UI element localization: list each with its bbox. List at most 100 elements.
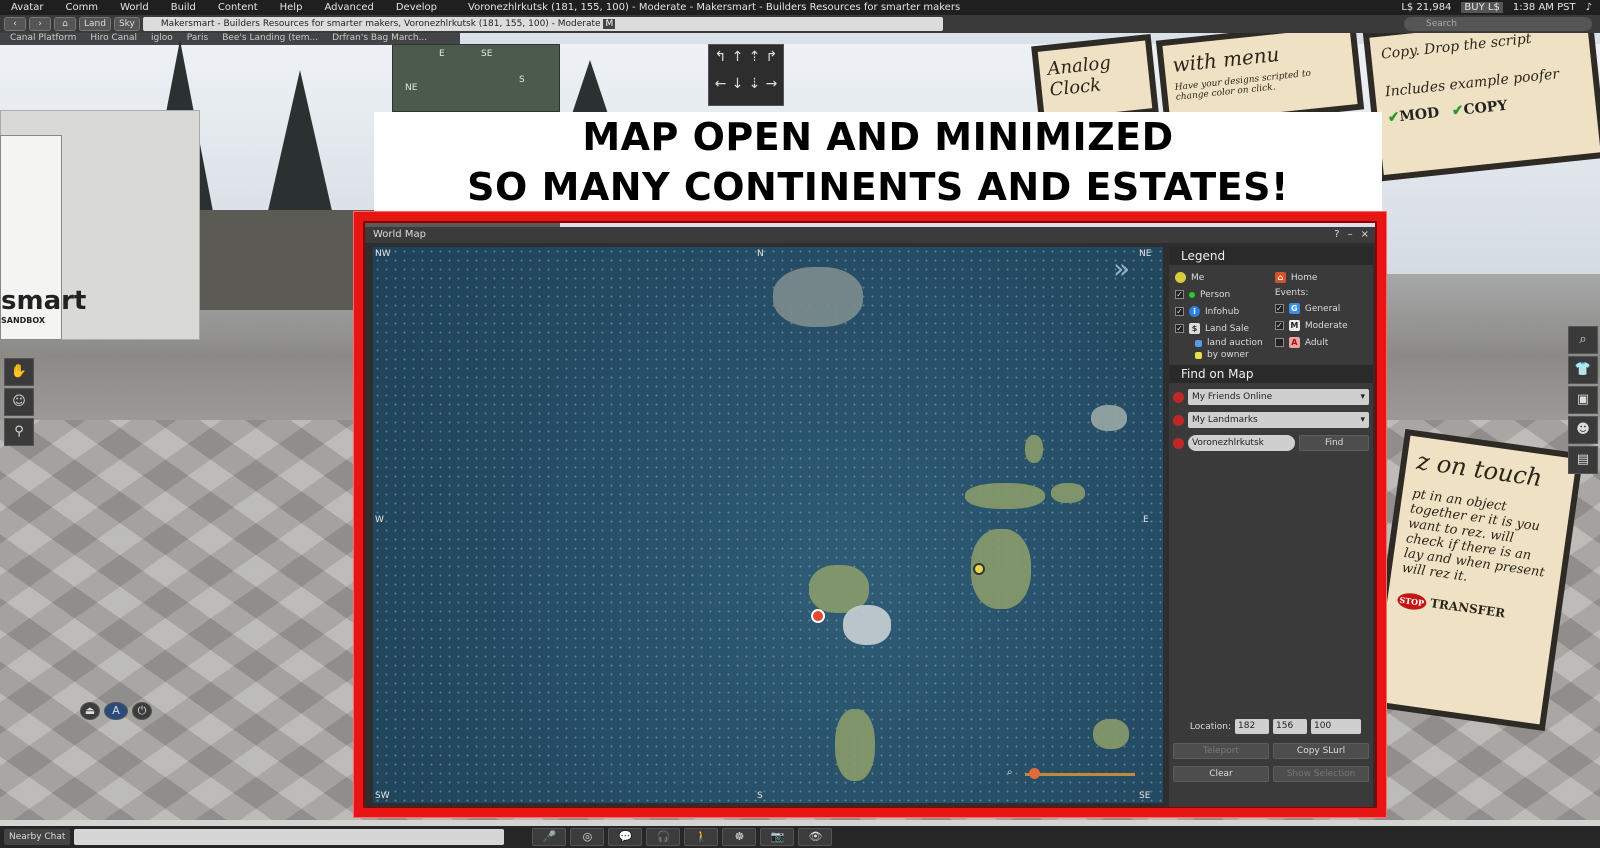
scene-sign: smart SANDBOX — [0, 135, 86, 340]
favorite-item[interactable]: Hiro Canal — [90, 33, 137, 45]
menu-world[interactable]: World — [109, 2, 160, 13]
landmarks-select[interactable]: My Landmarks ▾ — [1187, 412, 1369, 428]
appearance-icon[interactable]: 👕 — [1568, 356, 1598, 384]
inventory-icon[interactable]: ▣ — [1568, 386, 1598, 414]
home-icon: ⌂ — [62, 19, 68, 29]
menu-avatar[interactable]: Avatar — [0, 2, 54, 13]
general-checkbox[interactable]: ✓ — [1274, 304, 1284, 313]
help-icon[interactable]: ? — [1334, 227, 1339, 243]
menu-build[interactable]: Build — [160, 2, 207, 13]
right-toolbar: ⌕ 👕 ▣ ☻ ▤ — [1568, 326, 1598, 474]
walk-icon[interactable]: 🚶 — [684, 828, 719, 846]
legend-by-owner: by owner — [1207, 350, 1249, 360]
region-search-input[interactable]: Voronezhlrkutsk — [1187, 435, 1296, 451]
forward-icon[interactable]: ↑ — [730, 49, 745, 74]
show-selection-button[interactable]: Show Selection — [1273, 766, 1369, 782]
power-icon[interactable]: ⏻ — [132, 702, 152, 720]
land-sale-checkbox[interactable]: ✓ — [1175, 324, 1184, 333]
copy-slurl-button[interactable]: Copy SLurl — [1273, 743, 1369, 759]
gestures-icon[interactable]: ☸ — [722, 828, 757, 846]
headset-icon[interactable]: 🎧 — [646, 828, 681, 846]
mini-map[interactable]: E SE NE S — [392, 44, 560, 112]
menu-comm[interactable]: Comm — [54, 2, 109, 13]
snapshot-icon[interactable]: 📷 — [760, 828, 795, 846]
friends-online-select[interactable]: My Friends Online ▾ — [1187, 389, 1369, 405]
land-button[interactable]: Land — [79, 17, 111, 31]
turn-right-icon[interactable]: ↱ — [764, 49, 779, 74]
search-input[interactable]: Search — [1404, 17, 1592, 31]
forward-button[interactable]: › — [29, 17, 51, 31]
find-button[interactable]: Find — [1299, 435, 1369, 451]
stop-icon: STOP — [1396, 591, 1428, 612]
down-icon[interactable]: ⇣ — [747, 76, 762, 101]
map-continent — [1025, 435, 1043, 463]
buy-linden-button[interactable]: BUY L$ — [1461, 2, 1503, 13]
home-button[interactable]: ⌂ — [54, 17, 76, 31]
people-panel-icon[interactable]: ☻ — [1568, 416, 1598, 444]
places-icon[interactable]: ⚲ — [4, 418, 34, 446]
location-y-input[interactable]: 156 — [1273, 719, 1307, 734]
world-map-titlebar[interactable]: World Map ? – × — [365, 227, 1375, 243]
caption-line: SO MANY CONTINENTS AND ESTATES! — [467, 165, 1289, 209]
home-marker-icon[interactable] — [811, 609, 825, 623]
legend-events: Events: — [1274, 288, 1309, 298]
search-icon[interactable]: ⌕ — [1568, 326, 1598, 354]
volume-icon[interactable]: ♪ — [1586, 2, 1592, 13]
view-icon[interactable]: 👁 — [798, 828, 833, 846]
map-continent — [1051, 483, 1085, 503]
clear-button[interactable]: Clear — [1173, 766, 1269, 782]
turn-left-icon[interactable]: ↰ — [713, 49, 728, 74]
infohub-checkbox[interactable]: ✓ — [1175, 307, 1184, 316]
location-input[interactable]: Makersmart - Builders Resources for smar… — [142, 17, 943, 31]
board-label: z on touch — [1415, 446, 1545, 493]
eject-icon[interactable]: ⏏ — [80, 702, 100, 720]
conversations-icon[interactable]: 💬 — [608, 828, 643, 846]
menu-help[interactable]: Help — [269, 2, 314, 13]
gestures-icon[interactable]: ✋ — [4, 358, 34, 386]
map-continent — [773, 267, 863, 327]
moderate-checkbox[interactable]: ✓ — [1274, 321, 1284, 330]
radar-icon[interactable]: ◎ — [570, 828, 605, 846]
person-checkbox[interactable]: ✓ — [1175, 290, 1184, 299]
board-label: Analog Clock — [1046, 52, 1112, 101]
minimap-dir: E — [439, 49, 445, 59]
menu-develop[interactable]: Develop — [385, 2, 448, 13]
location-x-input[interactable]: 182 — [1235, 719, 1269, 734]
zoom-slider-handle[interactable] — [1029, 768, 1040, 779]
nearby-chat-button[interactable]: Nearby Chat — [4, 829, 71, 845]
menu-advanced[interactable]: Advanced — [313, 2, 384, 13]
avatar-a-icon[interactable]: A — [104, 702, 128, 720]
me-marker-icon[interactable] — [973, 563, 985, 575]
region-track-icon — [1173, 437, 1184, 449]
bottom-toolbar: Nearby Chat 🎤 ◎ 💬 🎧 🚶 ☸ 📷 👁 — [0, 826, 1600, 848]
up-icon[interactable]: ⇡ — [747, 49, 762, 74]
teleport-button[interactable]: Teleport — [1173, 743, 1269, 759]
sky-button[interactable]: Sky — [113, 17, 140, 31]
me-icon — [1175, 272, 1186, 283]
compass-s: S — [757, 791, 763, 801]
expand-panel-icon[interactable]: » — [1113, 255, 1130, 283]
favorite-item[interactable]: Bee's Landing (tem... — [222, 33, 318, 45]
chat-input[interactable] — [74, 829, 505, 845]
minimize-icon[interactable]: – — [1348, 227, 1353, 243]
favorite-item[interactable]: igloo — [151, 33, 173, 45]
zoom-slider[interactable] — [1025, 773, 1135, 776]
back-button[interactable]: ‹ — [4, 17, 26, 31]
left-icon[interactable]: ← — [713, 76, 728, 101]
people-icon[interactable]: ☺ — [4, 388, 34, 416]
maturity-badge: M — [603, 19, 616, 29]
menu-content[interactable]: Content — [207, 2, 269, 13]
general-event-icon: G — [1288, 303, 1300, 314]
left-toolbar: ✋ ☺ ⚲ — [4, 358, 34, 446]
favorite-item[interactable]: Canal Platform — [10, 33, 76, 45]
favorite-item[interactable]: Paris — [187, 33, 208, 45]
adult-checkbox[interactable] — [1274, 338, 1284, 347]
right-icon[interactable]: → — [764, 76, 779, 101]
back-icon[interactable]: ↓ — [730, 76, 745, 101]
location-z-input[interactable]: 100 — [1311, 719, 1361, 734]
map-icon[interactable]: ▤ — [1568, 446, 1598, 474]
voice-icon[interactable]: 🎤 — [532, 828, 567, 846]
compass-sw: SW — [375, 791, 390, 801]
close-icon[interactable]: × — [1361, 227, 1369, 243]
world-map-view[interactable]: NW N NE W E SW S SE » ⌕ — [373, 247, 1163, 803]
